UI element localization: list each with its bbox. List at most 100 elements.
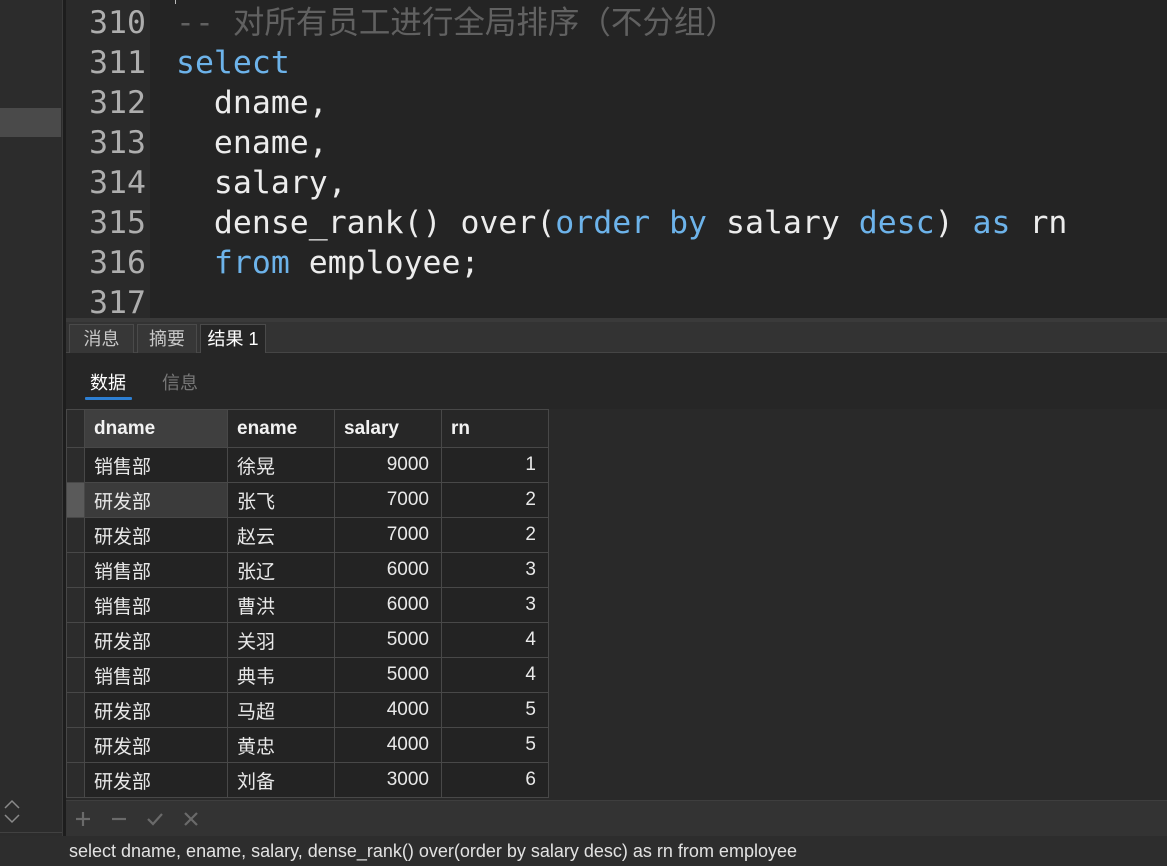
table-row[interactable]: 研发部 马超 4000 5 — [66, 692, 549, 728]
cell-rn[interactable]: 1 — [441, 447, 549, 483]
close-icon[interactable] — [181, 809, 201, 829]
cell-salary[interactable]: 7000 — [334, 517, 442, 553]
table-name: employee; — [289, 245, 480, 281]
cell-salary[interactable]: 9000 — [334, 447, 442, 483]
cell-salary[interactable]: 5000 — [334, 657, 442, 693]
code-line-313: 313 ename, — [66, 123, 1167, 163]
app-window: 310 -- 对所有员工进行全局排序（不分组） 311 select 312 d… — [0, 0, 1167, 866]
cell-dname[interactable]: 销售部 — [84, 447, 228, 483]
sql-editor[interactable]: 310 -- 对所有员工进行全局排序（不分组） 311 select 312 d… — [66, 0, 1167, 318]
code-text: dname, — [176, 83, 328, 123]
column-header-salary[interactable]: salary — [334, 409, 442, 448]
code-lines: 310 -- 对所有员工进行全局排序（不分组） 311 select 312 d… — [66, 3, 1167, 318]
table-row[interactable]: 研发部 关羽 5000 4 — [66, 622, 549, 658]
subtab-data[interactable]: 数据 — [90, 372, 126, 394]
cell-rn[interactable]: 5 — [441, 692, 549, 728]
check-icon[interactable] — [145, 809, 165, 829]
cell-dname[interactable]: 研发部 — [84, 517, 228, 553]
cell-salary[interactable]: 6000 — [334, 552, 442, 588]
cell-ename[interactable]: 曹洪 — [227, 587, 335, 623]
row-selector[interactable] — [66, 622, 85, 658]
cell-dname[interactable]: 销售部 — [84, 552, 228, 588]
column-header-ename[interactable]: ename — [227, 409, 335, 448]
cell-ename[interactable]: 关羽 — [227, 622, 335, 658]
function-dense-rank: dense_rank() over( — [213, 205, 556, 241]
cell-salary[interactable]: 6000 — [334, 587, 442, 623]
cell-dname[interactable]: 研发部 — [84, 482, 228, 518]
keyword-as: as — [972, 205, 1011, 241]
cell-rn[interactable]: 4 — [441, 657, 549, 693]
keyword-order: order — [555, 205, 651, 241]
table-row[interactable]: 研发部 赵云 7000 2 — [66, 517, 549, 553]
cell-dname[interactable]: 销售部 — [84, 587, 228, 623]
row-selector[interactable] — [66, 727, 85, 763]
result-grid[interactable]: dname ename salary rn 销售部 徐晃 9000 1 研发部 … — [66, 409, 1167, 800]
cell-ename[interactable]: 黄忠 — [227, 727, 335, 763]
row-selector[interactable] — [66, 692, 85, 728]
row-selector[interactable] — [66, 762, 85, 798]
table-row[interactable]: 研发部 刘备 3000 6 — [66, 762, 549, 798]
table-row[interactable]: 销售部 徐晃 9000 1 — [66, 447, 549, 483]
cell-ename[interactable]: 张辽 — [227, 552, 335, 588]
row-selector[interactable] — [66, 447, 85, 483]
header-row: dname ename salary rn — [66, 409, 549, 448]
keyword-by: by — [650, 205, 708, 241]
cell-ename[interactable]: 典韦 — [227, 657, 335, 693]
cell-dname[interactable]: 研发部 — [84, 622, 228, 658]
active-subtab-indicator — [85, 397, 132, 400]
cell-rn[interactable]: 5 — [441, 727, 549, 763]
identifier-salary: salary — [707, 205, 859, 241]
code-line-314: 314 salary, — [66, 163, 1167, 203]
cell-rn[interactable]: 4 — [441, 622, 549, 658]
subtab-info[interactable]: 信息 — [162, 372, 198, 394]
row-selector[interactable] — [66, 657, 85, 693]
table-row[interactable]: 销售部 典韦 5000 4 — [66, 657, 549, 693]
line-number: 313 — [89, 125, 146, 161]
cell-rn[interactable]: 3 — [441, 552, 549, 588]
table-row-selected[interactable]: 研发部 张飞 7000 2 — [66, 482, 549, 518]
tab-messages[interactable]: 消息 — [69, 324, 134, 353]
tab-result-1[interactable]: 结果 1 — [200, 324, 266, 354]
table-row[interactable]: 销售部 曹洪 6000 3 — [66, 587, 549, 623]
cell-dname[interactable]: 销售部 — [84, 657, 228, 693]
line-number: 316 — [89, 245, 146, 281]
cell-salary[interactable]: 4000 — [334, 692, 442, 728]
close-paren: ) — [934, 205, 973, 241]
row-selector-header[interactable] — [66, 409, 85, 448]
plus-icon[interactable] — [73, 809, 93, 829]
cell-ename[interactable]: 马超 — [227, 692, 335, 728]
collapse-icon[interactable] — [2, 798, 26, 828]
row-selector[interactable] — [66, 517, 85, 553]
cell-rn[interactable]: 2 — [441, 517, 549, 553]
cell-ename[interactable]: 赵云 — [227, 517, 335, 553]
cell-rn[interactable]: 3 — [441, 587, 549, 623]
code-line-312: 312 dname, — [66, 83, 1167, 123]
identifier-dname: dname, — [213, 85, 328, 121]
row-selector[interactable] — [66, 482, 85, 518]
tab-summary[interactable]: 摘要 — [137, 324, 197, 353]
cell-rn[interactable]: 6 — [441, 762, 549, 798]
cell-salary[interactable]: 4000 — [334, 727, 442, 763]
row-selector[interactable] — [66, 587, 85, 623]
cell-rn[interactable]: 2 — [441, 482, 549, 518]
table-row[interactable]: 研发部 黄忠 4000 5 — [66, 727, 549, 763]
code-text: from employee; — [176, 243, 480, 283]
cell-ename[interactable]: 张飞 — [227, 482, 335, 518]
cell-ename[interactable]: 刘备 — [227, 762, 335, 798]
cell-salary[interactable]: 7000 — [334, 482, 442, 518]
cell-salary[interactable]: 3000 — [334, 762, 442, 798]
sql-comment: -- 对所有员工进行全局排序（不分组） — [176, 5, 737, 41]
cell-dname[interactable]: 研发部 — [84, 692, 228, 728]
minus-icon[interactable] — [109, 809, 129, 829]
cell-dname[interactable]: 研发部 — [84, 727, 228, 763]
cell-dname[interactable]: 研发部 — [84, 762, 228, 798]
row-selector[interactable] — [66, 552, 85, 588]
column-header-rn[interactable]: rn — [441, 409, 549, 448]
table-row[interactable]: 销售部 张辽 6000 3 — [66, 552, 549, 588]
column-header-dname[interactable]: dname — [84, 409, 228, 448]
sidebar-selected-item[interactable] — [0, 108, 61, 137]
cell-ename[interactable]: 徐晃 — [227, 447, 335, 483]
code-line-311: 311 select — [66, 43, 1167, 83]
line-number: 315 — [89, 205, 146, 241]
cell-salary[interactable]: 5000 — [334, 622, 442, 658]
